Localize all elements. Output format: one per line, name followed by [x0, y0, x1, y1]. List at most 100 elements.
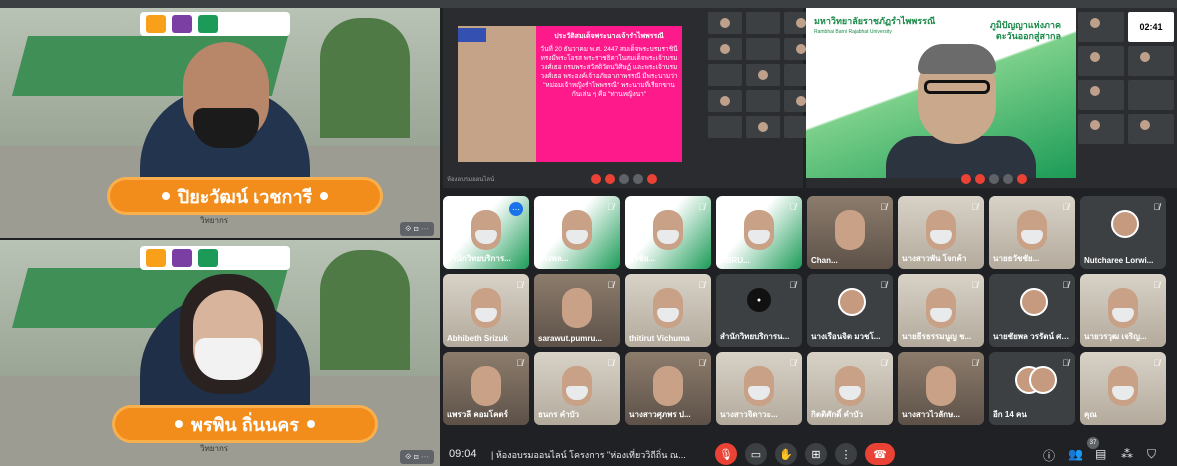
participant-name: ทรงพล... — [538, 254, 569, 263]
participant-tile[interactable]: 🎙̸ นางสาวศุภพร ป... — [625, 352, 711, 425]
meeting-time: 09:04 — [449, 448, 477, 460]
mic-muted-icon: 🎙̸ — [971, 202, 978, 212]
mini-tile — [1078, 12, 1124, 42]
mini-tile — [1078, 46, 1124, 76]
participant-name: นางสาวไวลักษ... — [902, 410, 960, 419]
host-controls-icon[interactable]: ⛉ — [1147, 447, 1156, 462]
top-strip — [0, 0, 1177, 8]
participant-tile[interactable]: 🎙̸ นางสาวจิดาวะ... — [716, 352, 802, 425]
participant-tile[interactable]: 🎙̸ Nutcharee Lorwi... — [1080, 196, 1166, 269]
participant-tile[interactable]: 🎙̸ แพรวลี คอมโคตร์ — [443, 352, 529, 425]
participant-tile[interactable]: 🎙̸ กิตติศักดิ์ คำบัว — [807, 352, 893, 425]
participant-tile[interactable]: 🎙̸ คุณ — [1080, 352, 1166, 425]
tile-options-badge[interactable]: ⟐ ⊡ ⋯ — [400, 450, 434, 464]
participant-tile[interactable]: 🎙̸ สุรชัย... — [625, 196, 711, 269]
participant-name: RBRU... — [720, 256, 750, 265]
mic-muted-icon: 🎙̸ — [971, 280, 978, 290]
slide-body: วันที่ 20 ธันวาคม พ.ศ. 2447 สมเด็จพระบรม… — [540, 46, 678, 98]
participant-name: Abhibeth Srizuk — [447, 334, 508, 343]
present-button[interactable]: ⊞ — [805, 443, 827, 465]
slide-text-panel: ประวัติสมเด็จพระนางเจ้ารำไพพรรณี วันที่ … — [536, 26, 682, 162]
participant-tile[interactable]: 🎙̸ นายธีรธรรมนูญ ช... — [898, 274, 984, 347]
participant-tile[interactable]: 🎙̸ นางเรือนจิต มวชโ... — [807, 274, 893, 347]
participant-name: แพรวลี คอมโคตร์ — [447, 410, 508, 419]
shared-screen-right: มหาวิทยาลัยราชภัฏรำไพพรรณี Rambhai Barni… — [806, 8, 1177, 188]
participant-name: อีก 14 คน — [993, 410, 1027, 419]
participant-video — [653, 288, 683, 328]
participant-video — [1108, 288, 1138, 328]
participant-tile[interactable]: 🎙̸ Abhibeth Srizuk — [443, 274, 529, 347]
more-options-button[interactable]: ⋮ — [835, 443, 857, 465]
participant-video — [926, 366, 956, 406]
participant-tile[interactable]: 🎙̸ นายวรวุฒ เจริญ... — [1080, 274, 1166, 347]
mic-muted-icon: 🎙̸ — [1062, 358, 1069, 368]
camera-toggle-button[interactable]: ▭ — [745, 443, 767, 465]
raise-hand-button[interactable]: ✋ — [775, 443, 797, 465]
people-icon[interactable]: 👥 — [1068, 447, 1083, 461]
mic-muted-icon: 🎙̸ — [1153, 358, 1160, 368]
participant-tile[interactable]: 🎙̸ นางสาวพัน โจกค้า — [898, 196, 984, 269]
mic-off-icon — [591, 174, 601, 184]
participant-tile[interactable]: ⋯ สำนักวิทยบริการ... — [443, 196, 529, 269]
participant-name: นายวรวุฒ เจริญ... — [1084, 332, 1147, 341]
mini-participant-grid: 02:41 — [1078, 12, 1174, 144]
participant-name: นางสาวจิดาวะ... — [720, 410, 778, 419]
participant-video — [562, 288, 592, 328]
end-call-button[interactable]: ☎ — [865, 443, 895, 465]
mini-tile — [1078, 114, 1124, 144]
participant-tile[interactable]: 🎙̸ Chan... — [807, 196, 893, 269]
participant-video — [835, 366, 865, 406]
participant-tile[interactable]: 🎙̸ นายชัยพล วรรัตน์ ศรีสุ... — [989, 274, 1075, 347]
participant-tile[interactable]: 🎙̸ อีก 14 คน — [989, 352, 1075, 425]
participant-video — [744, 210, 774, 250]
present-icon — [1003, 174, 1013, 184]
mic-toggle-button[interactable]: 🎙 — [715, 443, 737, 465]
mic-muted-icon: 🎙̸ — [789, 358, 796, 368]
end-call-icon — [647, 174, 657, 184]
participant-name: Chan... — [811, 256, 838, 265]
participant-video — [562, 210, 592, 250]
avatar — [838, 288, 866, 316]
participant-name: นางสาวพัน โจกค้า — [902, 254, 967, 263]
mini-tile — [708, 64, 742, 86]
participant-video — [926, 288, 956, 328]
participant-name: สำนักวิทยบริการน... — [720, 332, 790, 341]
participant-tile[interactable]: 🎙̸ RBRU... — [716, 196, 802, 269]
participant-tile[interactable]: 🎙̸ นางสาวไวลักษ... — [898, 352, 984, 425]
participant-tile[interactable]: 🎙̸ ทรงพล... — [534, 196, 620, 269]
participant-tile[interactable]: 🎙̸ sarawut.pumru... — [534, 274, 620, 347]
activities-icon[interactable]: ⁂ — [1121, 447, 1133, 461]
historic-photo — [458, 26, 538, 162]
shared-screen-left: ประวัติสมเด็จพระนางเจ้ารำไพพรรณี วันที่ … — [443, 8, 818, 188]
mini-tile — [746, 38, 780, 60]
mini-tile — [708, 12, 742, 34]
participant-tile[interactable]: 🎙̸ thitirut Vichuma — [625, 274, 711, 347]
participant-name: กิตติศักดิ์ คำบัว — [811, 410, 863, 419]
mic-muted-icon: 🎙̸ — [880, 280, 887, 290]
mic-muted-icon: 🎙̸ — [516, 280, 523, 290]
info-icon[interactable]: ⓘ — [1043, 447, 1055, 464]
clock-tile: 02:41 — [1128, 12, 1174, 42]
participant-grid: ⋯ สำนักวิทยบริการ... 🎙̸ ทรงพล... 🎙̸ สุรชัย...… — [443, 196, 1166, 425]
slide-logo — [458, 28, 486, 42]
mic-muted-icon: 🎙̸ — [880, 358, 887, 368]
participant-tile[interactable]: ● 🎙̸ สำนักวิทยบริการน... — [716, 274, 802, 347]
participant-tile[interactable]: 🎙̸ นายธวัชชัย... — [989, 196, 1075, 269]
mic-muted-icon: 🎙̸ — [607, 280, 614, 290]
mic-off-icon — [961, 174, 971, 184]
uni-slogan: ภูมิปัญญาแห่งภาคตะวันออกสู่สากล — [989, 20, 1061, 41]
mic-muted-icon: 🎙̸ — [1062, 280, 1069, 290]
avatar — [1020, 288, 1048, 316]
chat-icon[interactable]: ▤ — [1095, 447, 1106, 461]
participant-tile[interactable]: 🎙̸ ธนกร คำบัว — [534, 352, 620, 425]
speaker-role: วิทยากร — [200, 216, 229, 225]
end-call-icon — [1017, 174, 1027, 184]
mini-tile — [746, 116, 780, 138]
participant-name: นายธวัชชัย... — [993, 254, 1040, 263]
mini-participant-grid — [708, 12, 818, 138]
tile-options-badge[interactable]: ⟐ ⊡ ⋯ — [400, 222, 434, 236]
slide-title: ประวัติสมเด็จพระนางเจ้ารำไพพรรณี — [554, 33, 664, 40]
more-options-icon[interactable]: ⋯ — [509, 202, 523, 216]
mini-tile — [1128, 80, 1174, 110]
mic-muted-icon: 🎙̸ — [516, 358, 523, 368]
